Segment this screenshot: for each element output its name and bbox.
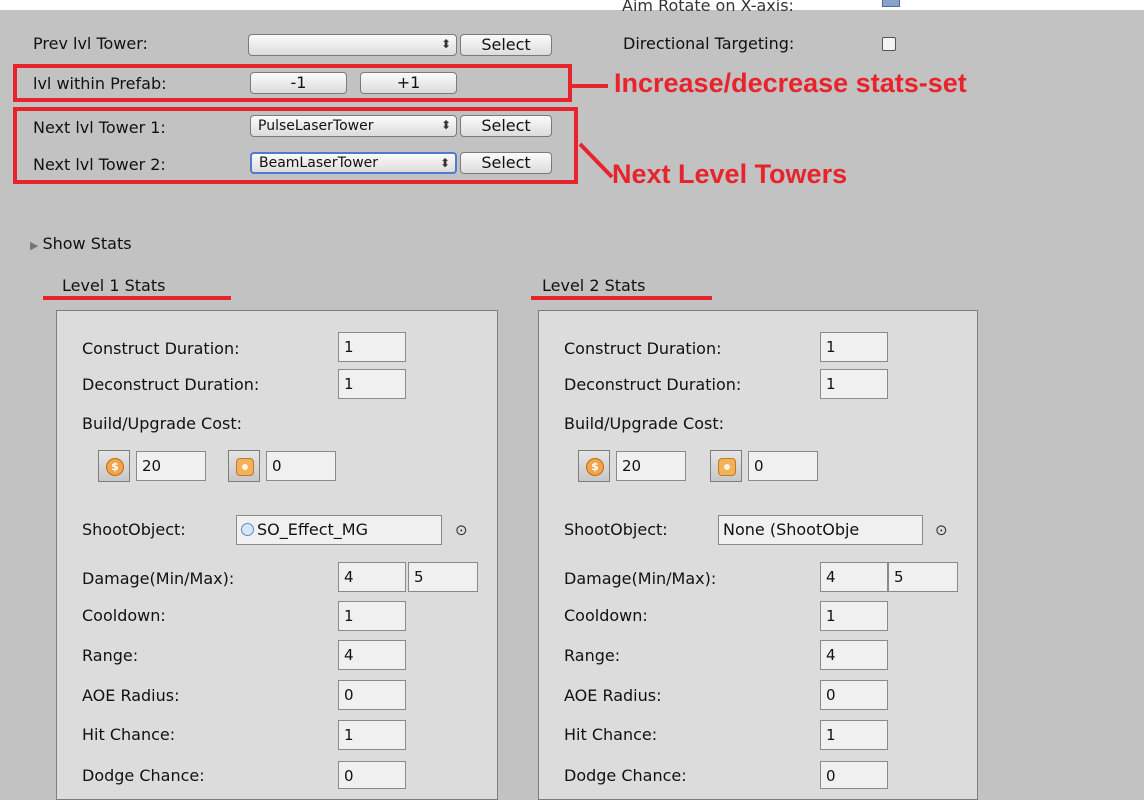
dodge-chance-label: Dodge Chance: [82, 766, 205, 785]
annotation-connector-next [578, 142, 614, 179]
resource-cost-icon [228, 450, 260, 482]
level-1-underline [43, 296, 231, 300]
prefab-object-icon [241, 523, 254, 536]
damage-label: Damage(Min/Max): [82, 569, 235, 588]
show-stats-foldout[interactable]: ▶ Show Stats [30, 234, 132, 253]
level-1-damage-max-field[interactable]: 5 [408, 562, 478, 592]
level-2-hit-field[interactable]: 1 [820, 720, 888, 750]
level-2-construct-field[interactable]: 1 [820, 332, 888, 362]
level-1-hit-field[interactable]: 1 [338, 720, 406, 750]
level-2-deconstruct-field[interactable]: 1 [820, 369, 888, 399]
deconstruct-duration-label: Deconstruct Duration: [564, 375, 742, 394]
construct-duration-label: Construct Duration: [82, 339, 240, 358]
object-picker-icon[interactable]: ⊙ [455, 521, 468, 539]
level-1-cooldown-field[interactable]: 1 [338, 601, 406, 631]
annotation-next-level-towers: Next Level Towers [612, 159, 848, 189]
build-cost-label: Build/Upgrade Cost: [82, 414, 243, 433]
shoot-object-label: ShootObject: [564, 520, 668, 539]
level-2-damage-max-field[interactable]: 5 [888, 562, 958, 592]
object-picker-icon[interactable]: ⊙ [935, 521, 948, 539]
foldout-arrow-icon: ▶ [30, 239, 39, 252]
level-2-gold-cost-field[interactable]: 20 [616, 451, 686, 481]
shoot-object-label: ShootObject: [82, 520, 186, 539]
level-1-damage-min-field[interactable]: 4 [338, 562, 406, 592]
level-2-underline [531, 296, 712, 300]
level-2-resource-cost-field[interactable]: 0 [748, 451, 818, 481]
level-1-range-field[interactable]: 4 [338, 640, 406, 670]
build-cost-label: Build/Upgrade Cost: [564, 414, 725, 433]
level-1-dodge-field[interactable]: 0 [338, 761, 406, 789]
cooldown-label: Cooldown: [82, 606, 166, 625]
level-2-dodge-field[interactable]: 0 [820, 761, 888, 789]
range-label: Range: [564, 646, 621, 665]
range-label: Range: [82, 646, 139, 665]
level-1-aoe-field[interactable]: 0 [338, 680, 406, 710]
deconstruct-duration-label: Deconstruct Duration: [82, 375, 260, 394]
hit-chance-label: Hit Chance: [564, 725, 658, 744]
level-2-title: Level 2 Stats [542, 276, 646, 295]
level-2-aoe-field[interactable]: 0 [820, 680, 888, 710]
aoe-radius-label: AOE Radius: [82, 686, 180, 705]
gold-cost-icon: $ [98, 450, 130, 482]
level-1-gold-cost-field[interactable]: 20 [136, 451, 206, 481]
level-2-range-field[interactable]: 4 [820, 640, 888, 670]
level-1-resource-cost-field[interactable]: 0 [266, 451, 336, 481]
dodge-chance-label: Dodge Chance: [564, 766, 687, 785]
level-1-shoot-object-field[interactable]: SO_Effect_MG [236, 515, 442, 545]
resource-cost-icon [710, 450, 742, 482]
level-1-shoot-object-value: SO_Effect_MG [257, 520, 368, 539]
damage-label: Damage(Min/Max): [564, 569, 717, 588]
level-1-deconstruct-field[interactable]: 1 [338, 369, 406, 399]
gold-cost-icon: $ [578, 450, 610, 482]
aoe-radius-label: AOE Radius: [564, 686, 662, 705]
show-stats-label: Show Stats [42, 234, 132, 253]
level-2-shoot-object-field[interactable]: None (ShootObje [718, 515, 923, 545]
level-1-construct-field[interactable]: 1 [338, 332, 406, 362]
level-2-shoot-object-value: None (ShootObje [723, 520, 860, 539]
level-2-damage-min-field[interactable]: 4 [820, 562, 888, 592]
cooldown-label: Cooldown: [564, 606, 648, 625]
construct-duration-label: Construct Duration: [564, 339, 722, 358]
level-2-cooldown-field[interactable]: 1 [820, 601, 888, 631]
hit-chance-label: Hit Chance: [82, 725, 176, 744]
level-1-title: Level 1 Stats [62, 276, 166, 295]
